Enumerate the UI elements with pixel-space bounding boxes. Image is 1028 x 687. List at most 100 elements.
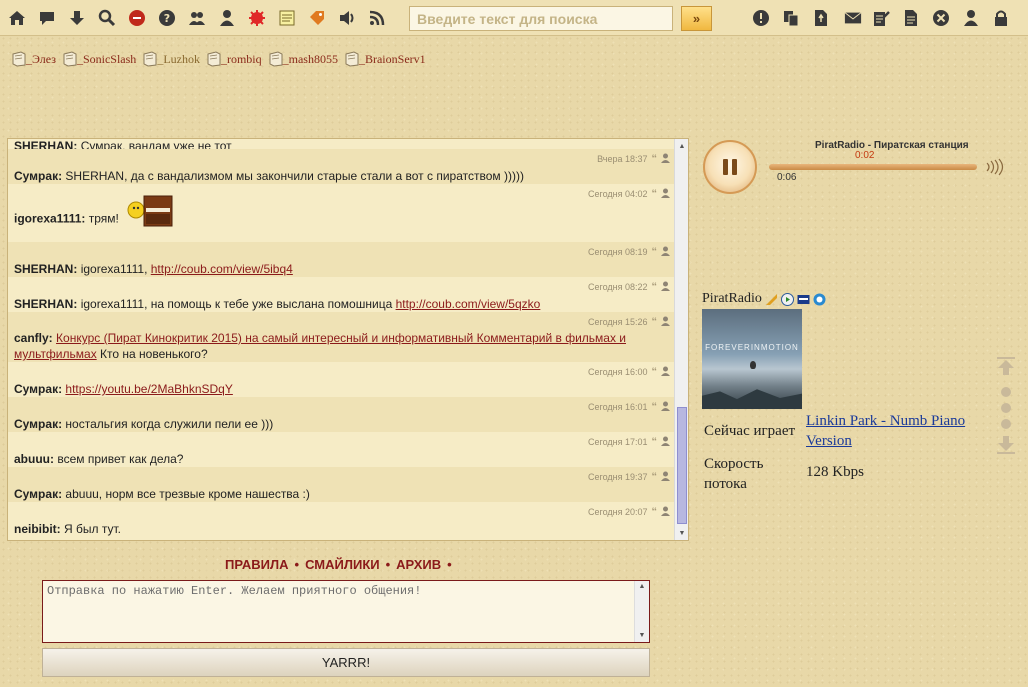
sound-icon[interactable] [337,8,357,28]
message-link[interactable]: http://coub.com/view/5ibq4 [151,262,293,276]
close-icon[interactable] [931,8,951,28]
message-author[interactable]: Сумрак: [14,382,62,396]
now-playing-track[interactable]: Linkin Park - Numb Piano Version [806,411,996,451]
profile-icon[interactable] [661,246,670,258]
message-time: Вчера 18:37 [597,154,648,164]
quote-icon[interactable]: “ [652,153,658,165]
chat-message: Сегодня 17:01 “ abuuu: всем привет как дел… [8,432,676,467]
mail-icon[interactable] [843,8,863,28]
rss-icon[interactable] [367,8,387,28]
profile-icon[interactable] [661,506,670,518]
chat-scroll-thumb[interactable] [677,407,687,524]
message-text: трям! [88,211,119,226]
message-author[interactable]: Сумрак: [14,169,62,183]
search-button[interactable]: » [681,6,712,31]
user-name: _SonicSlash [76,52,137,66]
star-icon[interactable] [247,8,267,28]
scroll-down-icon[interactable]: ▼ [675,526,688,540]
quote-icon[interactable]: “ [652,366,658,378]
winamp-icon[interactable] [765,293,778,306]
notepad-icon[interactable] [277,8,297,28]
info-icon[interactable] [751,8,771,28]
user-status-icon [345,51,359,67]
profile-icon[interactable] [661,401,670,413]
realplayer-icon[interactable] [797,293,810,306]
quote-icon[interactable]: “ [652,316,658,328]
message-author[interactable]: Сумрак: [14,487,62,501]
profile-icon[interactable] [661,281,670,293]
profile-icon[interactable] [661,471,670,483]
scroll-bottom-icon[interactable] [996,435,1016,455]
quicktime-icon[interactable] [813,293,826,306]
user-item[interactable]: _SonicSlash [63,51,136,67]
stop-icon[interactable] [127,8,147,28]
user-icon[interactable] [217,8,237,28]
profile-icon[interactable] [661,153,670,165]
message-input-scrollbar[interactable]: ▲ ▼ [634,581,649,642]
edit-icon[interactable] [871,8,891,28]
quote-icon[interactable]: “ [652,246,658,258]
message-time: Сегодня 04:02 [587,189,648,199]
scroll-up-icon[interactable]: ▲ [675,139,688,153]
profile-icon[interactable] [661,436,670,448]
nav-dot-1[interactable] [1001,387,1011,397]
message-input[interactable] [42,580,650,643]
message-author[interactable]: neibibit: [14,522,61,536]
message-link[interactable]: http://coub.com/view/5qzko [396,297,541,311]
user-item[interactable]: _Luzhok [143,51,200,67]
message-author[interactable]: Сумрак: [14,417,62,431]
volume-icon[interactable] [985,158,1009,181]
media-player-icon[interactable] [780,292,794,306]
user-item[interactable]: _Элез [12,51,56,67]
chat-window: SHERHAN: Сумрак, вандам уже не тот Вчера… [7,138,689,541]
profile-icon[interactable] [661,188,670,200]
help-icon[interactable]: ? [157,8,177,28]
nav-dot-3[interactable] [1001,419,1011,429]
person-icon[interactable] [961,8,981,28]
document-icon[interactable] [901,8,921,28]
copy-icon[interactable] [781,8,801,28]
message-time: Сегодня 08:19 [587,247,648,257]
users-icon[interactable] [187,8,207,28]
pause-button[interactable] [703,140,757,194]
chat-scrollbar[interactable]: ▲ ▼ [674,139,688,540]
now-playing-link[interactable]: Linkin Park - Numb Piano Version [806,413,965,449]
quote-icon[interactable]: “ [652,188,658,200]
user-item[interactable]: _mash8055 [269,51,338,67]
chat-message: Сегодня 16:01 “ Сумрак: ностальгия когда с… [8,397,676,432]
tag-icon[interactable] [307,8,327,28]
message-author[interactable]: abuuu: [14,452,54,466]
progress-bar[interactable] [769,164,977,170]
message-author[interactable]: igorexa1111: [14,212,85,226]
smileys-link[interactable]: СМАЙЛИКИ [305,557,380,572]
nav-dot-2[interactable] [1001,403,1011,413]
user-item[interactable]: _BraionServ1 [345,51,426,67]
user-item[interactable]: _rombiq [207,51,262,67]
profile-icon[interactable] [661,366,670,378]
rules-link[interactable]: ПРАВИЛА [225,557,289,572]
file-icon[interactable] [811,8,831,28]
search-input[interactable] [409,6,673,31]
message-time: Сегодня 17:01 [587,437,648,447]
radio-name: PiratRadio [702,291,762,306]
search-icon[interactable] [97,8,117,28]
quote-icon[interactable]: “ [652,436,658,448]
quote-icon[interactable]: “ [652,506,658,518]
message-author[interactable]: SHERHAN: [14,297,77,311]
profile-icon[interactable] [661,316,670,328]
quote-icon[interactable]: “ [652,281,658,293]
message-link[interactable]: https://youtu.be/2MaBhknSDqY [65,382,232,396]
lock-icon[interactable] [991,8,1011,28]
message-text: Я был тут. [64,522,121,536]
download-icon[interactable] [67,8,87,28]
message-author[interactable]: canfly: [14,331,53,345]
message-text: abuuu, норм все трезвые кроме нашества :… [65,487,310,501]
scroll-top-icon[interactable] [996,356,1016,376]
send-button[interactable]: YARRR! [42,648,650,677]
message-author[interactable]: SHERHAN: [14,262,77,276]
quote-icon[interactable]: “ [652,471,658,483]
home-icon[interactable] [7,8,27,28]
archive-link[interactable]: АРХИВ [396,557,441,572]
messages-icon[interactable] [37,8,57,28]
quote-icon[interactable]: “ [652,401,658,413]
